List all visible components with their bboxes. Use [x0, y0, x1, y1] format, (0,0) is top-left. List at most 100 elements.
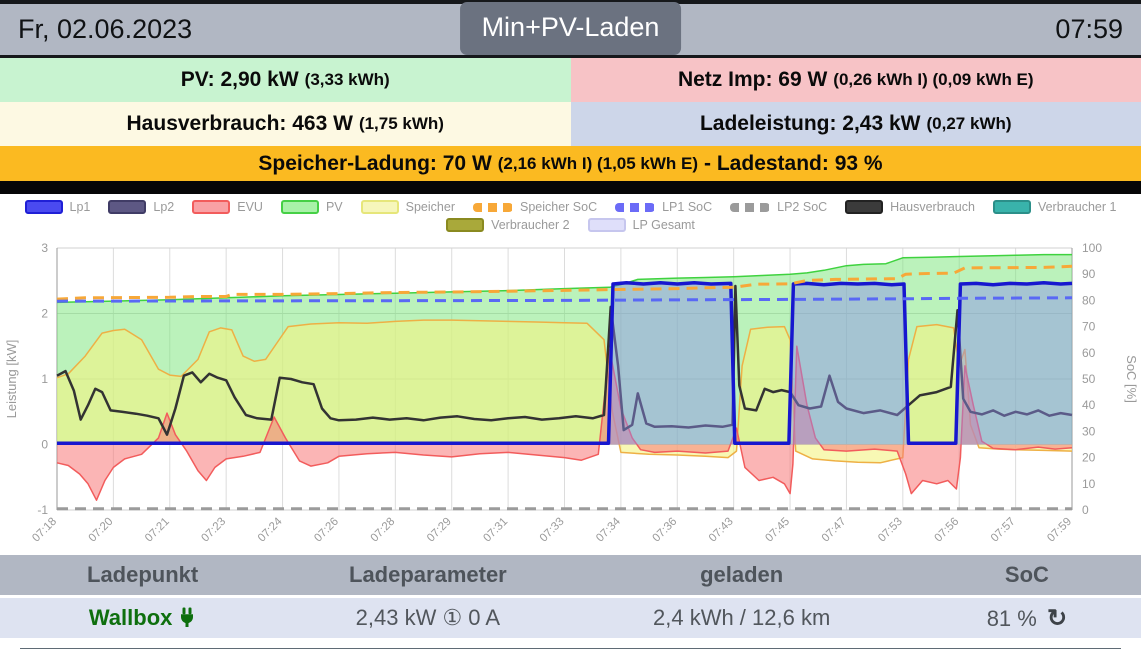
x-tick: 07:20: [87, 516, 116, 545]
x-tick: 07:18: [30, 516, 59, 545]
legend-row: Lp1 Lp2 EVU PV Speicher Speicher SoC LP1 SoC LP…: [24, 200, 1116, 214]
legend-key-lp2-soc: [730, 202, 771, 212]
legend-item-hausverbrauch[interactable]: Hausverbrauch: [845, 200, 975, 214]
y-right-axis-label: SoC [%]: [1124, 355, 1139, 403]
divider-band: [0, 181, 1141, 194]
chargepoint-name: Wallbox: [88, 605, 173, 630]
table-row: Wallbox 2,43 kW ① 0 A 2,4 kWh / 12,6 km …: [0, 598, 1141, 638]
footer-divider: [20, 648, 1121, 649]
y-right-tick: 90: [1082, 267, 1096, 281]
col-ladepunkt: Ladepunkt: [87, 562, 199, 587]
x-tick: 07:28: [369, 516, 398, 545]
legend-item-lp2-soc[interactable]: LP2 SoC: [730, 200, 827, 214]
legend-label: LP1 SoC: [662, 200, 713, 214]
x-tick: 07:59: [1045, 516, 1074, 545]
y-right-tick: 60: [1082, 346, 1096, 360]
x-tick: 07:31: [481, 516, 510, 545]
legend-item-lp1[interactable]: Lp1: [24, 200, 91, 214]
x-tick: 07:21: [143, 516, 172, 545]
y-right-tick: 30: [1082, 424, 1096, 438]
legend-item-speicher-soc[interactable]: Speicher SoC: [472, 200, 598, 214]
y-right-tick: 50: [1082, 372, 1096, 386]
legend-key-lp1: [24, 200, 63, 214]
x-tick: 07:36: [651, 516, 680, 545]
y-left-tick: 2: [41, 307, 48, 321]
legend-item-verbraucher2[interactable]: Verbraucher 2: [446, 218, 570, 232]
haus-energy: (1,75 kWh): [358, 114, 444, 133]
y-right-tick: 100: [1082, 241, 1102, 255]
x-tick: 07:33: [538, 516, 567, 545]
plug-icon: [181, 607, 194, 627]
legend-item-evu[interactable]: EVU: [192, 200, 263, 214]
col-geladen: geladen: [700, 562, 784, 587]
chargepoint-name-cell[interactable]: Wallbox: [0, 605, 285, 631]
legend-key-speicher-soc: [472, 202, 513, 212]
chart-legend: Lp1 Lp2 EVU PV Speicher Speicher SoC LP1 SoC LP…: [0, 200, 1141, 232]
legend-key-verbraucher2: [446, 218, 485, 232]
legend-key-pv: [280, 200, 319, 214]
geladen-cell: 2,4 kWh / 12,6 km: [653, 605, 831, 630]
legend-label: Speicher: [405, 200, 455, 214]
x-tick: 07:43: [707, 516, 736, 545]
charge-mode-button[interactable]: Min+PV-Laden: [459, 2, 682, 55]
legend-item-lp2[interactable]: Lp2: [108, 200, 174, 214]
legend-label: LP2 SoC: [777, 200, 828, 214]
y-left-axis-label: Leistung [kW]: [4, 340, 19, 419]
lade-value: Ladeleistung: 2,43 kW: [699, 112, 921, 135]
legend-item-speicher[interactable]: Speicher: [360, 200, 455, 214]
legend-item-pv[interactable]: PV: [280, 200, 343, 214]
netz-value: Netz Imp: 69 W: [677, 68, 828, 91]
x-tick: 07:57: [989, 516, 1018, 545]
legend-item-lp-gesamt[interactable]: LP Gesamt: [587, 218, 695, 232]
pv-value: PV: 2,90 kW: [180, 68, 299, 91]
soc-value: 81 %: [986, 605, 1037, 631]
netz-energy: (0,26 kWh I) (0,09 kWh E): [833, 70, 1034, 89]
y-right-tick: 0: [1082, 503, 1089, 517]
x-tick: 07:29: [425, 516, 454, 545]
x-tick: 07:26: [312, 516, 341, 545]
haus-value: Hausverbrauch: 463 W: [126, 112, 353, 135]
soc-refresh-icon[interactable]: ↻: [1047, 605, 1067, 632]
speicher-energy: (2,16 kWh I) (1,05 kWh E): [497, 153, 699, 173]
chart-canvas: -1 0 1 2 3 0 10 20 30 40 50 60 70 80 90 100 07:18 07:20 07…: [0, 194, 1141, 558]
speicher-value: Speicher-Ladung: 70 W: [258, 151, 492, 175]
soc-cell: 81 % ↻: [913, 604, 1141, 633]
legend-key-speicher: [360, 200, 399, 214]
tile-pv: PV: 2,90 kW (3,33 kWh): [0, 58, 571, 102]
legend-item-lp1-soc[interactable]: LP1 SoC: [615, 200, 712, 214]
y-left-tick: 3: [41, 241, 48, 255]
legend-label: Lp1: [69, 200, 91, 214]
date-label: Fr, 02.06.2023: [18, 14, 193, 44]
legend-key-verbraucher1: [992, 200, 1031, 214]
clock-label: 07:59: [1055, 14, 1123, 44]
legend-label: Speicher SoC: [519, 200, 598, 214]
y-left-tick: 0: [41, 438, 48, 452]
legend-item-verbraucher1[interactable]: Verbraucher 1: [992, 200, 1116, 214]
legend-row: Verbraucher 2 LP Gesamt: [446, 218, 695, 232]
x-tick: 07:34: [594, 515, 623, 544]
table-header-row: Ladepunkt Ladeparameter geladen SoC: [0, 555, 1141, 595]
legend-key-evu: [192, 200, 231, 214]
legend-key-lp1-soc: [615, 202, 656, 212]
y-right-tick: 20: [1082, 451, 1096, 465]
tile-hausverbrauch: Hausverbrauch: 463 W (1,75 kWh): [0, 102, 571, 146]
y-right-tick: 40: [1082, 398, 1096, 412]
x-tick: 07:45: [763, 516, 792, 545]
titlebar: Fr, 02.06.2023 Min+PV-Laden 07:59: [0, 2, 1141, 58]
pv-energy: (3,33 kWh): [304, 70, 390, 89]
x-tick: 07:47: [820, 516, 849, 545]
legend-key-hausverbrauch: [845, 200, 884, 214]
col-ladeparameter: Ladeparameter: [349, 562, 507, 587]
x-tick: 07:56: [933, 516, 962, 545]
x-tick: 07:53: [876, 516, 905, 545]
col-soc: SoC: [1004, 562, 1049, 587]
speicher-ladestand: - Ladestand: 93 %: [704, 151, 883, 175]
legend-label: EVU: [237, 200, 263, 214]
status-tiles: PV: 2,90 kW (3,33 kWh) Netz Imp: 69 W (0…: [0, 58, 1141, 181]
power-chart: Lp1 Lp2 EVU PV Speicher Speicher SoC LP1 SoC LP…: [0, 194, 1141, 553]
legend-label: LP Gesamt: [632, 218, 695, 232]
x-tick: 07:23: [199, 516, 228, 545]
tile-ladeleistung: Ladeleistung: 2,43 kW (0,27 kWh): [570, 102, 1141, 146]
legend-label: Hausverbrauch: [890, 200, 975, 214]
footer: [0, 638, 1141, 649]
